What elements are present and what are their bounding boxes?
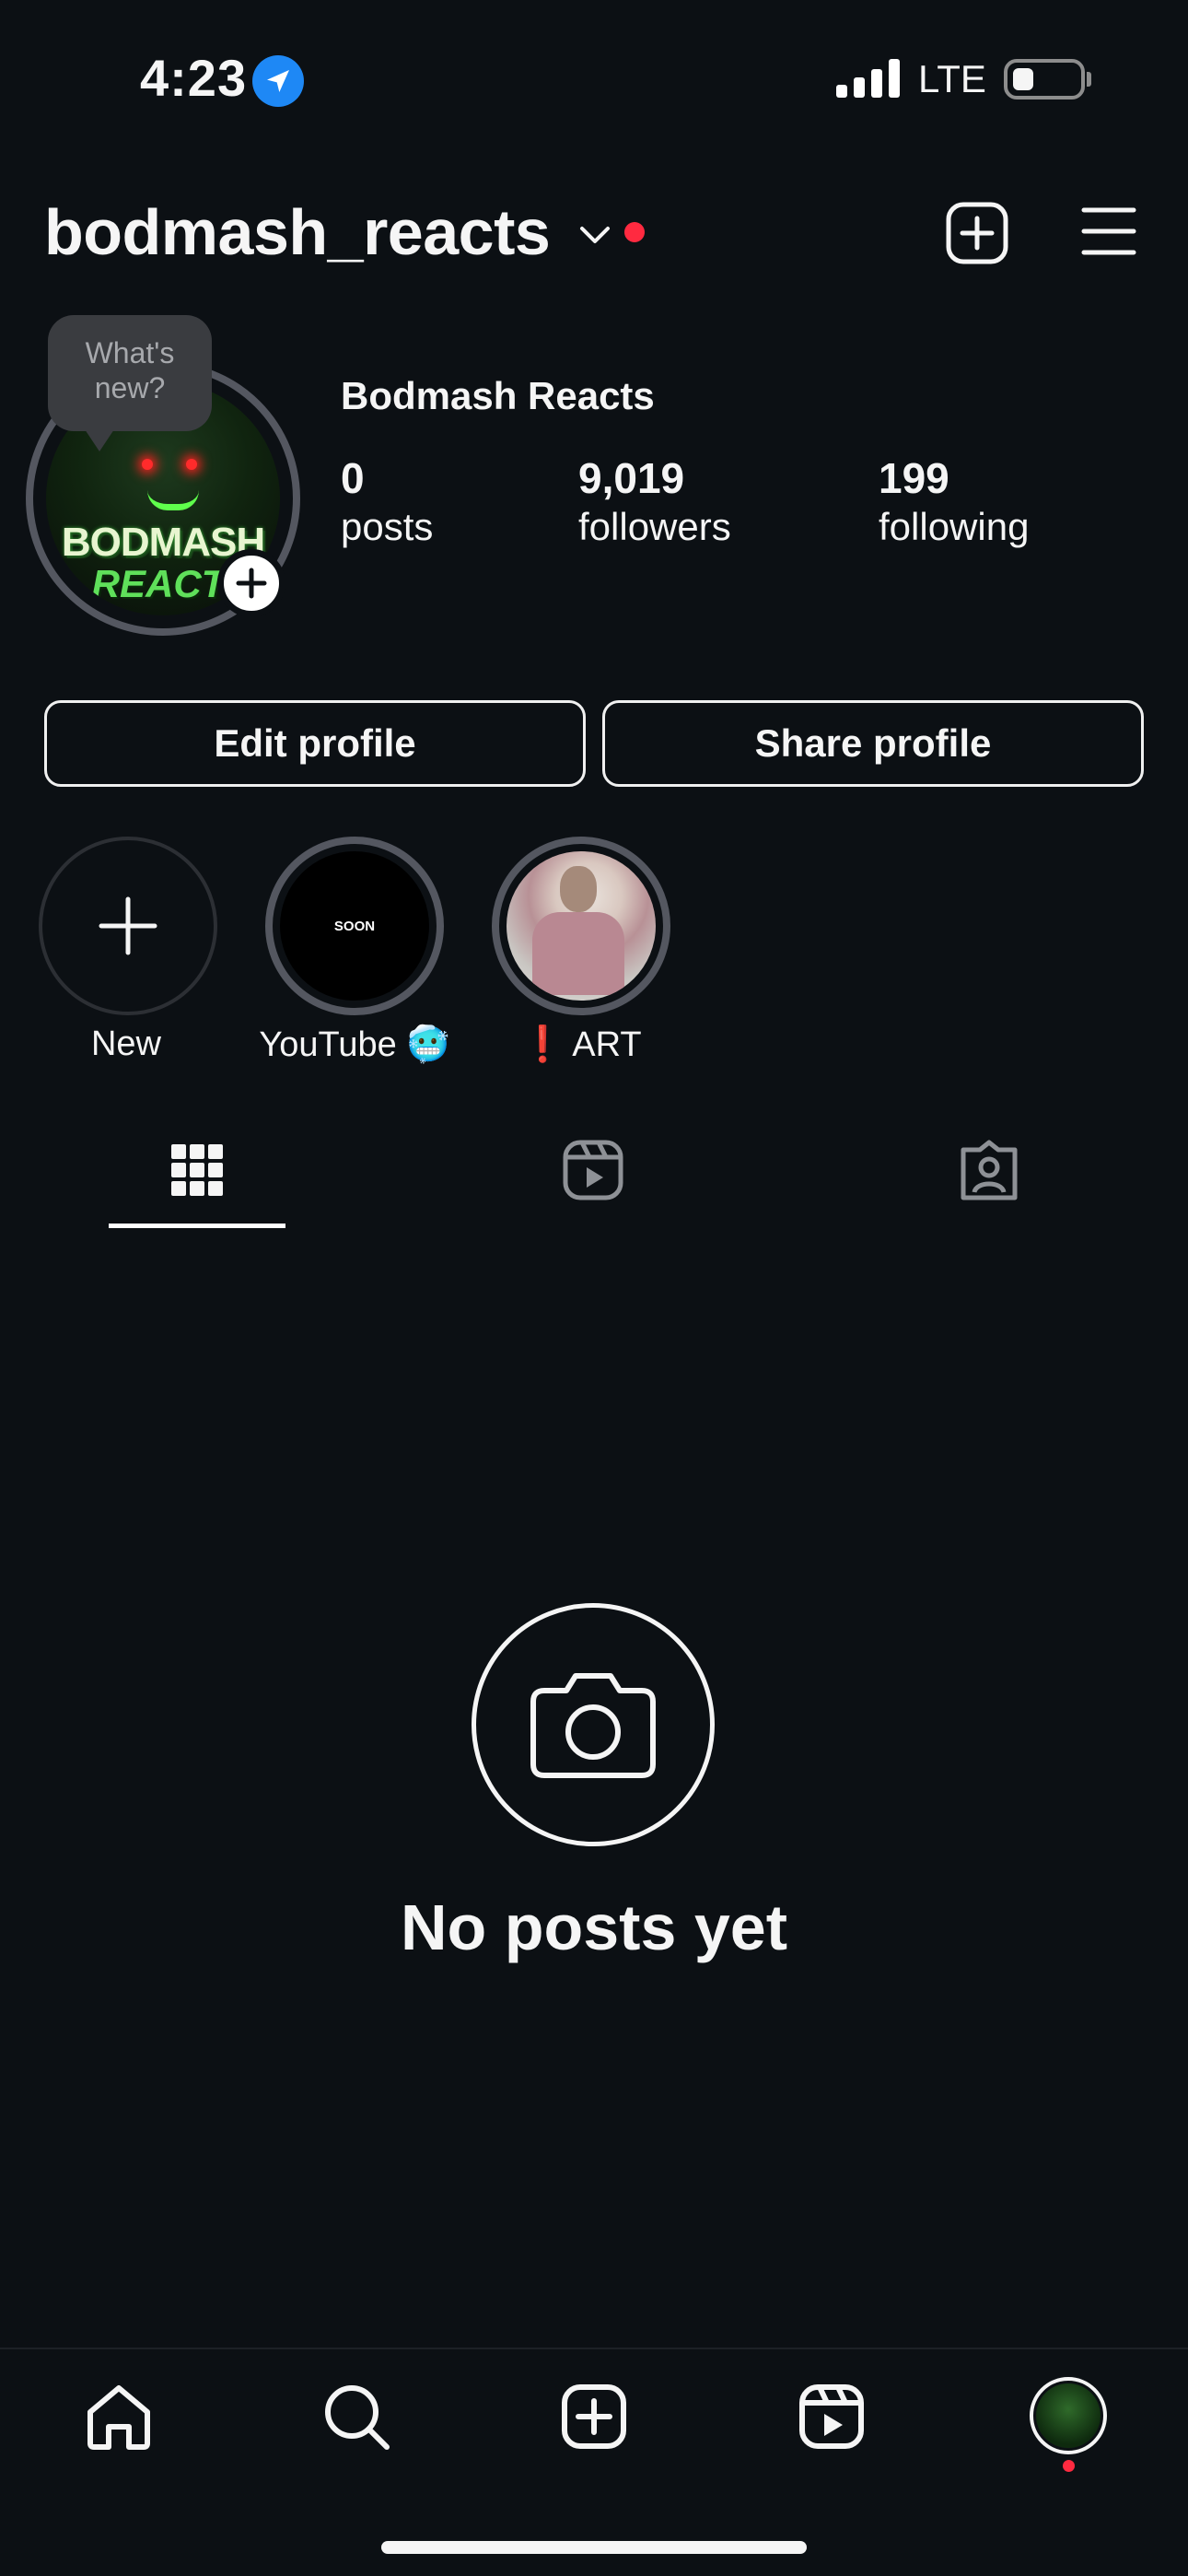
battery-icon <box>1004 59 1085 100</box>
home-indicator[interactable] <box>381 2541 807 2554</box>
highlight-art[interactable] <box>492 837 670 1015</box>
home-icon[interactable] <box>83 2381 155 2453</box>
share-profile-button[interactable]: Share profile <box>602 700 1144 787</box>
location-arrow-icon <box>252 55 304 107</box>
edit-profile-button[interactable]: Edit profile <box>44 700 586 787</box>
notification-dot <box>624 222 645 242</box>
plus-icon <box>236 568 267 599</box>
stat-value: 9,019 <box>578 454 685 502</box>
reels-icon[interactable] <box>560 1137 626 1203</box>
cover-figure-face <box>560 866 597 912</box>
stat-label: followers <box>578 505 731 548</box>
highlight-label: ❗ ART <box>520 1025 642 1064</box>
stat-value: 199 <box>879 454 949 502</box>
highlight-youtube[interactable]: SOON <box>265 837 444 1015</box>
search-icon[interactable] <box>320 2381 392 2453</box>
stat-followers[interactable]: 9,019 followers <box>578 453 731 551</box>
cellular-signal-icon <box>836 59 900 98</box>
avatar-grin <box>147 490 199 510</box>
stat-value: 0 <box>341 454 365 502</box>
network-type: LTE <box>918 57 986 100</box>
plus-icon <box>99 896 157 955</box>
stat-label: following <box>879 505 1030 548</box>
bottom-nav-divider <box>0 2348 1188 2349</box>
profile-notification-dot <box>1063 2460 1075 2472</box>
note-bubble-text: What's new? <box>85 336 175 404</box>
empty-state-title: No posts yet <box>400 1891 788 1963</box>
highlight-cover-image <box>507 851 656 1001</box>
profile-screen: 4:23 LTE bodmash_reacts BODMASH REACTS W… <box>0 0 1188 2576</box>
menu-icon[interactable] <box>1081 205 1136 258</box>
highlight-cover-text: SOON <box>280 851 429 1001</box>
new-post-icon[interactable] <box>945 201 1009 265</box>
cover-figure-shirt <box>532 912 624 995</box>
battery-cap <box>1087 72 1091 87</box>
username-switcher[interactable]: bodmash_reacts <box>44 195 551 269</box>
tagged-icon[interactable] <box>956 1137 1022 1203</box>
create-icon[interactable] <box>558 2381 630 2453</box>
status-time: 4:23 <box>140 49 248 107</box>
stat-following[interactable]: 199 following <box>879 453 1029 551</box>
reels-icon[interactable] <box>796 2381 868 2453</box>
add-story-button[interactable] <box>217 549 285 617</box>
display-name: Bodmash Reacts <box>341 374 655 417</box>
note-bubble[interactable]: What's new? <box>48 315 212 451</box>
avatar-eye-left <box>142 459 153 470</box>
mini-avatar-image <box>1036 2383 1101 2448</box>
active-tab-indicator <box>109 1224 285 1228</box>
highlight-new[interactable] <box>39 837 217 1015</box>
stat-posts: 0 posts <box>341 453 433 551</box>
avatar-eye-right <box>186 459 197 470</box>
profile-tab-avatar[interactable] <box>1030 2377 1107 2454</box>
chevron-down-icon[interactable] <box>578 221 611 249</box>
stat-label: posts <box>341 505 434 548</box>
camera-icon <box>472 1603 715 1846</box>
grid-icon[interactable] <box>164 1137 230 1203</box>
